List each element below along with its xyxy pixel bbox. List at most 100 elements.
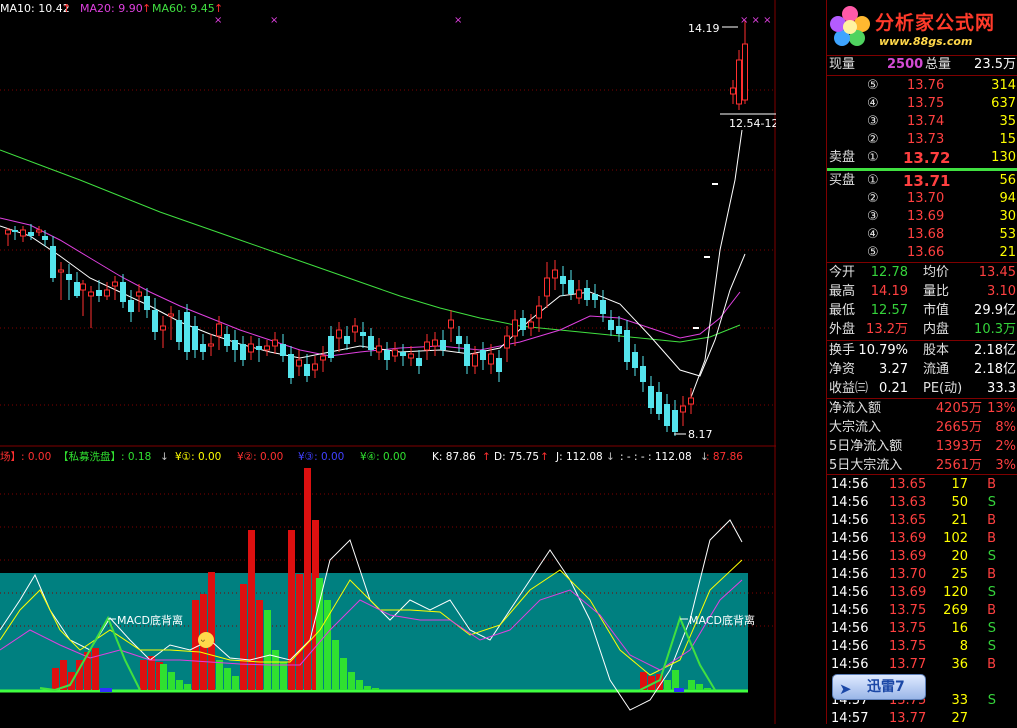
candlesticks: [5, 20, 748, 436]
tick-row[interactable]: 14:56 13.77 36 B: [827, 656, 1017, 674]
indicator-legend-item: ¥③: 0.00: [298, 451, 344, 463]
flower-logo-icon: [830, 6, 870, 46]
candle-body: [66, 274, 72, 280]
candle-body: [584, 288, 590, 300]
ask-level: ③ 13.74 35: [867, 114, 1016, 129]
tick-row[interactable]: 14:56 13.69 120 S: [827, 584, 1017, 602]
indicator-green-bar: [696, 684, 703, 690]
candle-body: [560, 276, 566, 284]
candle-body: [680, 405, 686, 413]
candle-body: [536, 305, 542, 319]
candle-body: [368, 336, 374, 350]
indicator-legend: 场】: 0.00 【私募洗盘】: 0.18 ↓ ¥①: 0.00 ¥②: 0.00 ¥③:…: [0, 450, 743, 463]
indicator-green-bar: [356, 680, 363, 690]
candle-body: [296, 359, 302, 367]
indicator-green-bar: [340, 658, 347, 690]
high-price-label: 14.19: [688, 22, 720, 35]
candle-body: [480, 350, 486, 360]
svg-text:×: ×: [214, 15, 222, 26]
indicator-legend-item: : 87.86: [706, 451, 743, 463]
tick-row[interactable]: 14:56 13.75 269 B: [827, 602, 1017, 620]
candle-body: [200, 344, 206, 352]
tick-row[interactable]: 14:56 13.70 25 B: [827, 566, 1017, 584]
indicator-green-bar: [664, 680, 671, 690]
kline-chart[interactable]: MA10: 10.42↑MA20: 9.90↑MA60: 9.45↑ 12.95…: [0, 0, 776, 724]
candle-body: [280, 344, 286, 356]
ask-level: ② 13.73 15: [867, 132, 1016, 147]
indicator-red-bar: [240, 584, 247, 690]
candle-body: [256, 346, 262, 350]
indicator-green-bar: [232, 676, 239, 690]
indicator-legend-item: ¥①: 0.00: [175, 451, 221, 463]
candle-body: [416, 358, 422, 366]
low-price-label: 8.17: [688, 428, 713, 441]
candle-body: [168, 313, 174, 317]
candle-body: [160, 325, 166, 331]
candle-body: [216, 323, 222, 337]
candle-body: [96, 290, 102, 296]
candle-body: [208, 343, 214, 347]
candle-body: [552, 269, 558, 279]
indicator-green-bar: [176, 680, 183, 690]
last-price-label: 12.54-12: [729, 117, 776, 130]
indicator-legend-item: 场】: 0.00: [0, 450, 51, 463]
candle-body: [88, 291, 94, 297]
candle-body: [36, 229, 42, 233]
ask-level: 卖盘 ① 13.72 130: [829, 149, 1016, 167]
flow-row: 5日净流入额 1393万 2%: [829, 439, 1016, 454]
tick-row[interactable]: 14:56 13.75 16 S: [827, 620, 1017, 638]
tick-row[interactable]: 14:56 13.69 20 S: [827, 548, 1017, 566]
ma-legend-item: MA20: 9.90: [80, 2, 143, 15]
candle-body: [488, 353, 494, 365]
candle-body: [512, 319, 518, 337]
indicator-legend-item: ↓: [160, 451, 169, 463]
bid-level: ⑤ 13.66 21: [867, 245, 1016, 260]
candle-body: [608, 320, 614, 330]
candle-body: [144, 296, 150, 310]
stat-row: 换手 10.79% 股本 2.18亿: [829, 343, 1016, 358]
ask-level: ④ 13.75 637: [867, 96, 1016, 111]
tick-row[interactable]: 14:56 13.65 17 B: [827, 476, 1017, 494]
candle-body: [456, 336, 462, 344]
candle-body: [288, 354, 294, 378]
bid-level: ② 13.70 94: [867, 191, 1016, 206]
tick-row[interactable]: 14:56 13.63 50 S: [827, 494, 1017, 512]
candle-body: [736, 59, 742, 105]
tick-row[interactable]: 14:56 13.65 21 B: [827, 512, 1017, 530]
stat-row: 最低 12.57 市值 29.9亿: [829, 303, 1016, 318]
stat-row: 今开 12.78 均价 13.45: [829, 265, 1016, 280]
indicator-green-bar: [364, 686, 371, 690]
indicator-green-bar: [160, 664, 167, 690]
tick-row[interactable]: 14:56 13.69 102 B: [827, 530, 1017, 548]
indicator-red-bar: [296, 574, 303, 690]
candle-body: [742, 43, 748, 101]
stat-row: 最高 14.19 量比 3.10: [829, 284, 1016, 299]
indicator-green-bar: [280, 662, 287, 690]
candle-body: [504, 335, 510, 349]
candle-body: [496, 358, 502, 372]
indicator-legend-item: : - : - : 112.08: [620, 451, 692, 463]
candle-body: [544, 277, 550, 297]
candle-body: [344, 336, 350, 344]
candle-body: [448, 319, 454, 329]
candle-body: [42, 236, 48, 240]
candle-body: [5, 229, 11, 235]
indicator-green-bar: [168, 672, 175, 690]
candle-body: [176, 320, 182, 342]
indicator-legend-item: ↓: [606, 451, 615, 463]
indicator-green-bar: [332, 640, 339, 690]
xunlei-bird-icon: ➤: [839, 680, 852, 698]
indicator-green-bar: [224, 668, 231, 690]
tick-row[interactable]: 14:56 13.75 8 S: [827, 638, 1017, 656]
candle-body: [312, 363, 318, 371]
candle-body: [730, 87, 736, 95]
candle-body: [472, 353, 478, 367]
candle-body: [616, 326, 622, 334]
candle-body: [640, 366, 646, 382]
candle-body: [28, 232, 34, 236]
tick-row[interactable]: 14:57 13.77 27: [827, 710, 1017, 728]
candle-body: [80, 283, 86, 291]
xunlei-button[interactable]: ➤ 迅雷7: [832, 674, 926, 700]
candle-body: [12, 230, 18, 232]
ma-legend-item: MA10: 10.42: [0, 2, 70, 15]
